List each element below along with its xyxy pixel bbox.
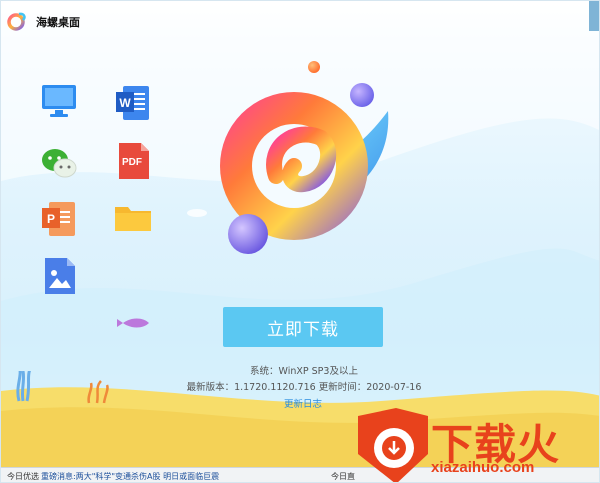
system-requirement: 系统：WinXP SP3及以上 — [250, 366, 358, 377]
watermark-url: xiazaihuo.com — [431, 459, 535, 476]
ticker-right[interactable]: 今日直 — [331, 471, 355, 482]
word-icon: W — [113, 83, 153, 123]
app-window: 海螺桌面 W PDF P 立即下载 系统：WinXP SP3及以上 最新版本：1… — [0, 0, 600, 483]
title-bar: 海螺桌面 — [1, 1, 599, 41]
app-logo-icon — [7, 12, 26, 31]
monitor-icon — [39, 81, 79, 121]
svg-text:W: W — [119, 96, 131, 110]
folder-icon — [113, 199, 153, 239]
pdf-icon: PDF — [113, 141, 153, 181]
ppt-icon: P — [39, 199, 79, 239]
ticker-left[interactable]: 今日优选 — [7, 471, 39, 482]
ticker-headline[interactable]: 重磅消息:两大"科学"变通杀伤A股 明日或面临巨震 — [41, 471, 219, 482]
version-info: 最新版本：1.1720.1120.716 更新时间：2020-07-16 — [186, 382, 422, 393]
close-button[interactable] — [589, 1, 599, 31]
wechat-icon — [39, 143, 79, 183]
svg-text:P: P — [47, 212, 55, 226]
svg-text:PDF: PDF — [122, 157, 142, 168]
haixia-logo-graphic — [220, 92, 389, 254]
download-button[interactable]: 立即下载 — [223, 307, 383, 347]
image-icon — [39, 256, 79, 296]
app-title: 海螺桌面 — [36, 17, 80, 29]
